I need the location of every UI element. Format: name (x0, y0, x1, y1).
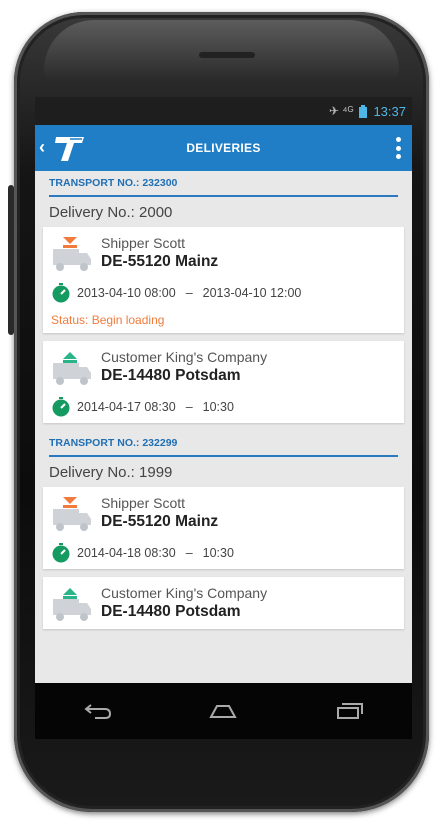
screen: ✈ ⁴ᴳ 13:37 ‹ DELIVERIES TRANSPORT NO.: 2… (35, 97, 412, 683)
time-start: 2014-04-17 08:30 (77, 400, 176, 414)
signal-indicator: ✈ ⁴ᴳ (328, 104, 354, 118)
delivery-card[interactable]: Customer King's Company DE-14480 Potsdam (43, 577, 404, 629)
time-separator: – (185, 546, 193, 560)
truck-icon (53, 352, 91, 385)
status-text: Status: Begin loading (51, 313, 165, 327)
delivery-card[interactable]: Shipper Scott DE-55120 Mainz 2013-04-10 … (43, 227, 404, 333)
party-address: DE-55120 Mainz (101, 513, 219, 530)
battery-icon (359, 104, 368, 118)
party-address: DE-14480 Potsdam (101, 603, 241, 620)
time-end: 10:30 (202, 546, 234, 560)
clock-time: 13:37 (373, 103, 406, 119)
time-start: 2014-04-18 08:30 (77, 546, 176, 560)
delivery-card[interactable]: Shipper Scott DE-55120 Mainz 2014-04-18 … (43, 487, 404, 569)
overflow-menu-icon[interactable] (396, 137, 402, 159)
clock-icon (52, 283, 70, 303)
time-separator: – (185, 400, 193, 414)
time-separator: – (185, 286, 193, 300)
volume-button (8, 185, 14, 335)
clock-icon (52, 543, 70, 563)
transport-header: TRANSPORT NO.: 232299 (49, 431, 398, 457)
truck-icon (53, 497, 91, 531)
delivery-number: Delivery No.: 1999 (49, 463, 173, 481)
party-name: Shipper Scott (101, 495, 186, 511)
transport-header: TRANSPORT NO.: 232300 (49, 171, 398, 197)
app-bar: ‹ DELIVERIES (35, 125, 412, 171)
nav-back-icon[interactable] (83, 702, 113, 720)
time-window: 2013-04-10 08:00 – 2013-04-10 12:00 (51, 283, 396, 303)
party-name: Shipper Scott (101, 235, 186, 251)
page-title: DELIVERIES (186, 141, 261, 155)
time-window: 2014-04-17 08:30 – 10:30 (51, 397, 396, 417)
party-name: Customer King's Company (101, 349, 268, 365)
truck-icon (53, 237, 91, 271)
party-name: Customer King's Company (101, 585, 268, 601)
nav-home-icon[interactable] (208, 702, 238, 720)
time-end: 2013-04-10 12:00 (202, 286, 302, 300)
earpiece-speaker (199, 52, 255, 58)
system-nav-bar (35, 683, 412, 739)
truck-icon (53, 588, 91, 621)
delivery-card[interactable]: Customer King's Company DE-14480 Potsdam… (43, 341, 404, 423)
nav-recents-icon[interactable] (334, 702, 364, 720)
phone-shine (44, 20, 399, 80)
delivery-number: Delivery No.: 2000 (49, 203, 173, 221)
time-start: 2013-04-10 08:00 (77, 286, 176, 300)
deliveries-list[interactable]: TRANSPORT NO.: 232300 Delivery No.: 2000… (35, 171, 412, 683)
status-bar: ✈ ⁴ᴳ 13:37 (35, 97, 412, 125)
party-address: DE-55120 Mainz (101, 253, 219, 270)
party-address: DE-14480 Potsdam (101, 367, 241, 384)
clock-icon (52, 397, 70, 417)
time-window: 2014-04-18 08:30 – 10:30 (51, 543, 396, 563)
time-end: 10:30 (202, 400, 234, 414)
